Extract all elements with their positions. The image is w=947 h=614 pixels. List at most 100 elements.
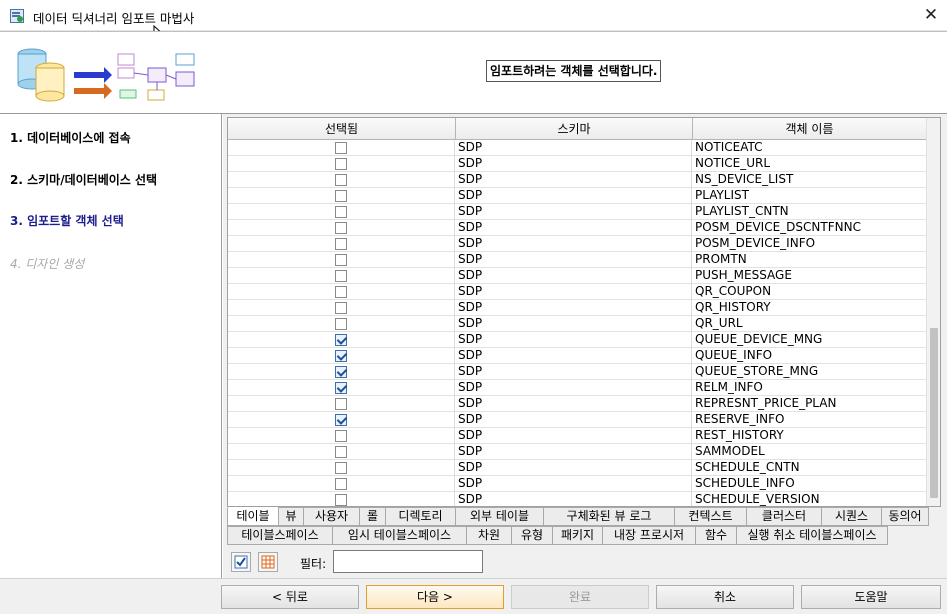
tab-tabs_row2-4[interactable]: 패키지 [552, 526, 603, 545]
table-row[interactable]: SDP SCHEDULE_CNTN [228, 460, 926, 476]
select-checkbox[interactable] [335, 494, 347, 506]
table-row[interactable]: SDP SCHEDULE_INFO [228, 476, 926, 492]
table-row[interactable]: SDP RELM_INFO [228, 380, 926, 396]
schema-cell: SDP [456, 428, 692, 444]
schema-cell: SDP [456, 268, 692, 284]
tab-tabs_row1-5[interactable]: 외부 테이블 [455, 507, 544, 526]
table-row[interactable]: SDP POSM_DEVICE_DSCNTFNNC [228, 220, 926, 236]
column-header-schema[interactable]: 스키마 [456, 118, 693, 140]
schema-cell: SDP [456, 332, 692, 348]
select-checkbox[interactable] [335, 286, 347, 298]
tab-tabs_row2-2[interactable]: 차원 [466, 526, 512, 545]
table-row[interactable]: SDP SAMMODEL [228, 444, 926, 460]
table-row[interactable]: SDP PLAYLIST [228, 188, 926, 204]
object-name-cell: PLAYLIST [695, 188, 749, 202]
tab-tabs_row2-3[interactable]: 유형 [511, 526, 553, 545]
table-row[interactable]: SDP PROMTN [228, 252, 926, 268]
select-checkbox[interactable] [335, 414, 347, 426]
select-checkbox[interactable] [335, 462, 347, 474]
select-checkbox[interactable] [335, 190, 347, 202]
table-row[interactable]: SDP NOTICE_URL [228, 156, 926, 172]
select-checkbox[interactable] [335, 158, 347, 170]
tab-tabs_row2-1[interactable]: 임시 테이블스페이스 [332, 526, 467, 545]
table-row[interactable]: SDP QR_URL [228, 316, 926, 332]
table-row[interactable]: SDP QR_HISTORY [228, 300, 926, 316]
tab-tabs_row1-8[interactable]: 클러스터 [746, 507, 822, 526]
tab-tabs_row1-2[interactable]: 사용자 [303, 507, 360, 526]
select-checkbox[interactable] [335, 270, 347, 282]
table-row[interactable]: SDP QR_COUPON [228, 284, 926, 300]
select-checkbox[interactable] [335, 302, 347, 314]
help-button[interactable]: 도움말 [801, 585, 941, 609]
select-checkbox[interactable] [335, 382, 347, 394]
select-checkbox[interactable] [335, 254, 347, 266]
close-icon[interactable]: ✕ [918, 3, 944, 27]
object-name-cell: RELM_INFO [695, 380, 763, 394]
tab-tabs_row2-0[interactable]: 테이블스페이스 [227, 526, 333, 545]
select-checkbox[interactable] [335, 318, 347, 330]
select-checkbox[interactable] [335, 430, 347, 442]
schema-cell: SDP [456, 236, 692, 252]
table-row[interactable]: SDP PLAYLIST_CNTN [228, 204, 926, 220]
select-checkbox[interactable] [335, 222, 347, 234]
selected-cell [228, 300, 455, 316]
select-checkbox[interactable] [335, 478, 347, 490]
tab-tabs_row1-9[interactable]: 시퀀스 [821, 507, 882, 526]
table-row[interactable]: SDP RESERVE_INFO [228, 412, 926, 428]
next-button[interactable]: 다음 > [366, 585, 504, 609]
select-checkbox[interactable] [335, 238, 347, 250]
object-name-cell: SAMMODEL [695, 444, 765, 458]
object-grid: 선택됨 스키마 객체 이름 SDP NOTICEATC SDP NOTICE_URL S… [227, 117, 941, 507]
table-row[interactable]: SDP NOTICEATC [228, 140, 926, 156]
select-checkbox[interactable] [335, 398, 347, 410]
tab-tabs_row1-1[interactable]: 뷰 [278, 507, 304, 526]
table-row[interactable]: SDP POSM_DEVICE_INFO [228, 236, 926, 252]
filter-input[interactable] [333, 550, 483, 573]
object-name-cell: QR_URL [695, 316, 743, 330]
selected-cell [228, 396, 455, 412]
vertical-scrollbar[interactable] [926, 118, 940, 506]
tab-tabs_row1-7[interactable]: 컨텍스트 [674, 507, 747, 526]
tab-tabs_row1-10[interactable]: 동의어 [881, 507, 929, 526]
object-name-cell: SCHEDULE_VERSION [695, 492, 820, 506]
table-row[interactable]: SDP QUEUE_STORE_MNG [228, 364, 926, 380]
tab-tabs_row2-5[interactable]: 내장 프로시저 [602, 526, 696, 545]
schema-cell: SDP [456, 348, 692, 364]
select-checkbox[interactable] [335, 174, 347, 186]
table-row[interactable]: SDP QUEUE_INFO [228, 348, 926, 364]
tab-tabs_row1-4[interactable]: 디렉토리 [385, 507, 456, 526]
select-checkbox[interactable] [335, 350, 347, 362]
tab-tabs_row1-0[interactable]: 테이블 [227, 507, 279, 526]
table-row[interactable]: SDP SCHEDULE_VERSION [228, 492, 926, 506]
step-select-objects: 3. 임포트할 객체 선택 [10, 214, 124, 228]
step-select-schema: 2. 스키마/데이터베이스 선택 [10, 173, 158, 187]
finish-button[interactable]: 완료 [511, 585, 649, 609]
deselect-all-button[interactable] [258, 552, 278, 572]
object-name-cell: SCHEDULE_INFO [695, 476, 795, 490]
selected-cell [228, 412, 455, 428]
table-row[interactable]: SDP REPRESNT_PRICE_PLAN [228, 396, 926, 412]
selected-cell [228, 188, 455, 204]
table-row[interactable]: SDP QUEUE_DEVICE_MNG [228, 332, 926, 348]
tab-tabs_row1-6[interactable]: 구체화된 뷰 로그 [543, 507, 675, 526]
select-checkbox[interactable] [335, 334, 347, 346]
table-row[interactable]: SDP NS_DEVICE_LIST [228, 172, 926, 188]
select-all-button[interactable] [231, 552, 251, 572]
object-name-cell: NOTICEATC [695, 140, 763, 154]
table-row[interactable]: SDP PUSH_MESSAGE [228, 268, 926, 284]
back-button[interactable]: < 뒤로 [221, 585, 359, 609]
tab-tabs_row2-6[interactable]: 함수 [695, 526, 737, 545]
selected-cell [228, 444, 455, 460]
column-header-selected[interactable]: 선택됨 [228, 118, 456, 140]
selected-cell [228, 172, 455, 188]
select-checkbox[interactable] [335, 366, 347, 378]
scrollbar-thumb[interactable] [930, 328, 938, 498]
column-header-object-name[interactable]: 객체 이름 [693, 118, 926, 140]
select-checkbox[interactable] [335, 446, 347, 458]
tab-tabs_row1-3[interactable]: 롤 [359, 507, 386, 526]
cancel-button[interactable]: 취소 [656, 585, 794, 609]
select-checkbox[interactable] [335, 142, 347, 154]
select-checkbox[interactable] [335, 206, 347, 218]
tab-tabs_row2-7[interactable]: 실행 취소 테이블스페이스 [736, 526, 888, 545]
table-row[interactable]: SDP REST_HISTORY [228, 428, 926, 444]
